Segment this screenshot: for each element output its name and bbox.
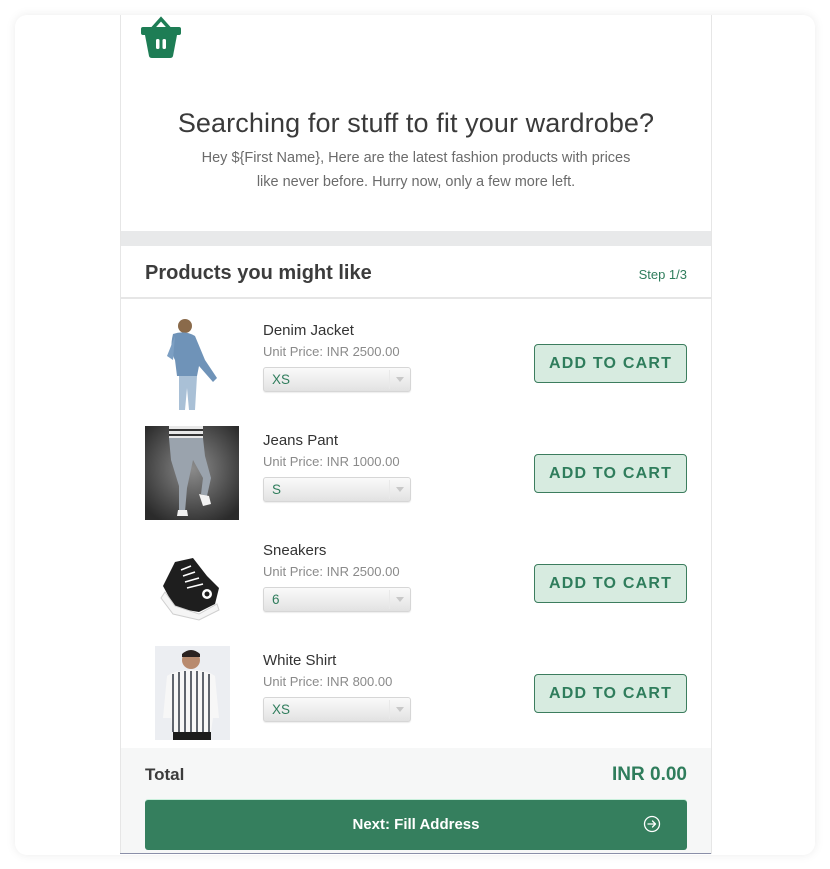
section-divider xyxy=(121,297,711,299)
chevron-down-icon xyxy=(396,707,404,712)
size-select[interactable]: S xyxy=(263,477,411,502)
size-select-value: XS xyxy=(272,702,291,717)
product-unit-price: Unit Price: INR 2500.00 xyxy=(263,564,400,579)
size-select[interactable]: XS xyxy=(263,697,411,722)
denim-jacket-image xyxy=(145,316,239,410)
email-body: Searching for stuff to fit your wardrobe… xyxy=(120,15,712,854)
shopping-basket-icon xyxy=(141,16,181,58)
select-separator xyxy=(389,700,390,719)
product-name: White Shirt xyxy=(263,652,337,669)
jeans-pant-image xyxy=(145,426,239,520)
product-row: Denim Jacket Unit Price: INR 2500.00 XS … xyxy=(121,316,711,426)
total-value: INR 0.00 xyxy=(612,764,687,785)
product-unit-price: Unit Price: INR 2500.00 xyxy=(263,344,400,359)
products-section-title: Products you might like xyxy=(145,262,372,284)
email-preview-frame: Searching for stuff to fit your wardrobe… xyxy=(15,15,815,855)
add-to-cart-button[interactable]: ADD TO CART xyxy=(534,674,687,713)
section-spacer xyxy=(121,231,711,246)
product-name: Jeans Pant xyxy=(263,432,339,449)
product-row: Sneakers Unit Price: INR 2500.00 6 ADD T… xyxy=(121,536,711,646)
white-shirt-image xyxy=(155,646,230,740)
chevron-down-icon xyxy=(396,487,404,492)
size-select[interactable]: XS xyxy=(263,367,411,392)
select-separator xyxy=(389,590,390,609)
hero-intro-text: Hey ${First Name}, Here are the latest f… xyxy=(201,150,631,190)
product-unit-price: Unit Price: INR 800.00 xyxy=(263,674,393,689)
arrow-circle-right-icon xyxy=(643,815,661,833)
total-label: Total xyxy=(145,765,185,784)
size-select-value: S xyxy=(272,482,282,497)
add-to-cart-button[interactable]: ADD TO CART xyxy=(534,564,687,603)
order-summary-footer: Total INR 0.00 Next: Fill Address xyxy=(121,748,711,854)
product-row: White Shirt Unit Price: INR 800.00 XS AD… xyxy=(121,646,711,756)
size-select[interactable]: 6 xyxy=(263,587,411,612)
next-button-label: Next: Fill Address xyxy=(352,816,480,833)
step-indicator: Step 1/3 xyxy=(638,267,687,282)
product-name: Sneakers xyxy=(263,542,327,559)
product-name: Denim Jacket xyxy=(263,322,354,339)
size-select-value: 6 xyxy=(272,592,280,607)
select-separator xyxy=(389,480,390,499)
sneakers-image xyxy=(145,536,239,630)
chevron-down-icon xyxy=(396,597,404,602)
size-select-value: XS xyxy=(272,372,291,387)
email-bottom-border xyxy=(120,853,711,854)
add-to-cart-button[interactable]: ADD TO CART xyxy=(534,344,687,383)
next-fill-address-button[interactable]: Next: Fill Address xyxy=(145,800,687,850)
product-row: Jeans Pant Unit Price: INR 1000.00 S ADD… xyxy=(121,426,711,536)
chevron-down-icon xyxy=(396,377,404,382)
add-to-cart-button[interactable]: ADD TO CART xyxy=(534,454,687,493)
product-unit-price: Unit Price: INR 1000.00 xyxy=(263,454,400,469)
select-separator xyxy=(389,370,390,389)
hero-headline: Searching for stuff to fit your wardrobe… xyxy=(177,108,655,138)
